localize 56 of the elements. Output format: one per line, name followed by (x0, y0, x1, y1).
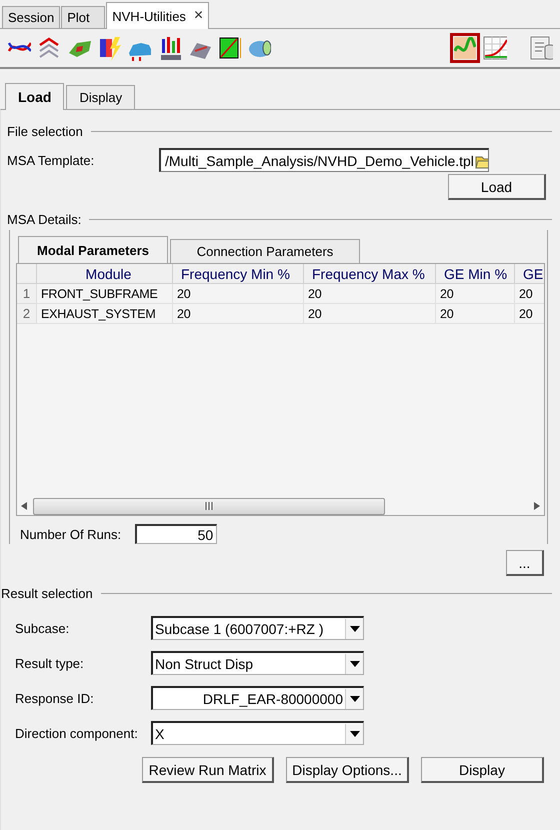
grip-icon (204, 502, 214, 510)
row-number: 1 (17, 284, 37, 304)
action-button[interactable]: Review Run Matrix (142, 757, 274, 783)
panel-tab[interactable]: Display (66, 85, 136, 109)
table-cell: 20 (173, 284, 304, 304)
table-cell: 20 (436, 284, 515, 304)
column-header: Module (37, 264, 173, 284)
column-header: GE Min % (436, 264, 515, 284)
column-header: Frequency Min % (173, 264, 304, 284)
section-title: MSA Details: (7, 212, 82, 226)
details-tab[interactable]: Modal Parameters (18, 236, 168, 263)
panel-tab[interactable]: Load (5, 83, 64, 110)
field-label: MSA Template: (7, 152, 96, 168)
app-tab[interactable]: NVH-Utilities × (106, 2, 210, 29)
table-cell: 20 (515, 304, 544, 324)
dropdown-arrow-icon (350, 660, 360, 666)
table-cell: 20 (304, 304, 436, 324)
table-cell: 20 (436, 304, 515, 324)
column-header: GE (515, 264, 544, 284)
dropdown-arrow-icon (350, 626, 360, 632)
table-cell: 20 (304, 284, 436, 304)
dropdown-arrow-icon (350, 730, 360, 736)
field-label: Subcase: (15, 620, 70, 636)
template-field[interactable]: /Multi_Sample_Analysis/NVHD_Demo_Vehicle.tpl (159, 148, 489, 172)
app-tab[interactable]: Session (2, 6, 60, 28)
column-header: Frequency Max % (304, 264, 436, 284)
action-button[interactable]: Display Options... (286, 757, 409, 783)
section-title: File selection (7, 124, 83, 138)
app-tab[interactable]: Plot (61, 6, 106, 28)
diagonal-plot-icon[interactable] (217, 35, 241, 61)
document-database-icon[interactable] (529, 35, 553, 61)
load-button[interactable]: Load (448, 174, 546, 200)
scroll-right-icon[interactable] (534, 502, 540, 510)
field-label: Result type: (15, 656, 85, 670)
action-button[interactable]: Display (421, 757, 544, 783)
dropdown[interactable]: X (151, 721, 364, 745)
table-cell: 20 (515, 284, 544, 304)
section-title: Result selection (1, 586, 93, 600)
field-label: Number Of Runs: (20, 526, 122, 542)
field-label: Direction component: (15, 726, 139, 740)
close-button[interactable]: × (194, 7, 204, 25)
row-number: 2 (17, 304, 37, 324)
table-cell: FRONT_SUBFRAME (37, 284, 173, 304)
scroll-left-icon[interactable] (21, 502, 27, 510)
dropdown[interactable]: DRLF_EAR-80000000 (151, 686, 364, 710)
table-cell: EXHAUST_SYSTEM (37, 304, 173, 324)
dropdown-arrow-icon (350, 696, 360, 702)
details-tab[interactable]: Connection Parameters (170, 239, 360, 263)
dropdown[interactable]: Subcase 1 (6007007:+RZ ) (151, 616, 364, 640)
runs-field[interactable]: 50 (135, 524, 218, 544)
wave-plot-button[interactable] (450, 33, 480, 63)
table-cell: 20 (173, 304, 304, 324)
contour-bolt-icon[interactable] (97, 35, 121, 61)
more-button[interactable]: ... (506, 550, 544, 576)
dropdown[interactable]: Non Struct Disp (151, 651, 364, 675)
field-label: Response ID: (15, 690, 95, 706)
